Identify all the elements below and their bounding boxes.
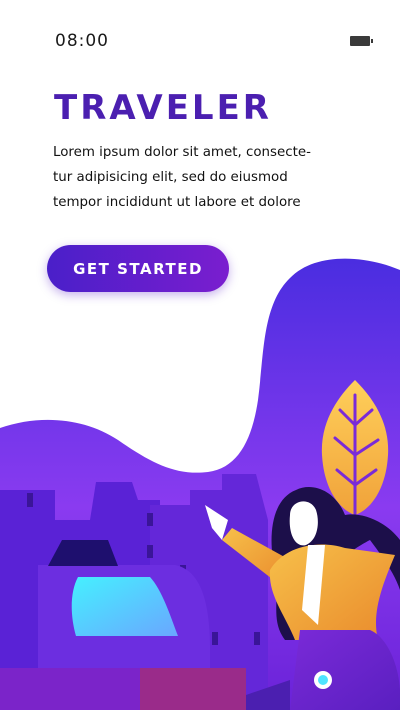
woman-shirt [302,545,325,625]
building-window [180,565,186,578]
building-window [147,513,153,526]
suitcase [290,630,400,710]
city-buildings [0,482,160,710]
foreground-block [246,680,290,710]
building-window [254,632,260,645]
background-wave [0,258,400,710]
car-body [38,565,210,675]
foreground-block [0,668,140,710]
tree-leaf [321,380,389,515]
woman-hand [205,505,228,540]
woman-jacket [269,544,395,640]
get-started-button[interactable]: GET STARTED [47,245,229,292]
building-window [27,493,33,507]
woman-arm [222,528,290,585]
car-roof [48,540,118,566]
building-window [212,632,218,645]
car-windshield [71,577,178,636]
intro-line: tur adipisicing elit, sed do eiusmod [53,170,288,185]
intro-line: Lorem ipsum dolor sit amet, consecte- [53,145,311,160]
intro-line: tempor incididunt ut labore et dolore [53,195,301,210]
city-buildings [150,474,268,710]
suitcase-lock [318,675,328,685]
intro-description: Lorem ipsum dolor sit amet, consecte- tu… [53,140,353,215]
woman-hair [271,487,400,640]
tree-branch [333,393,380,517]
foreground-block [140,668,246,710]
woman-face [289,501,318,546]
suitcase-lock [314,671,332,689]
building-window [147,545,153,558]
app-title: TRAVELER [54,88,272,128]
status-time: 08:00 [55,31,109,51]
status-bar: 08:00 [0,0,400,80]
battery-icon [350,36,373,46]
